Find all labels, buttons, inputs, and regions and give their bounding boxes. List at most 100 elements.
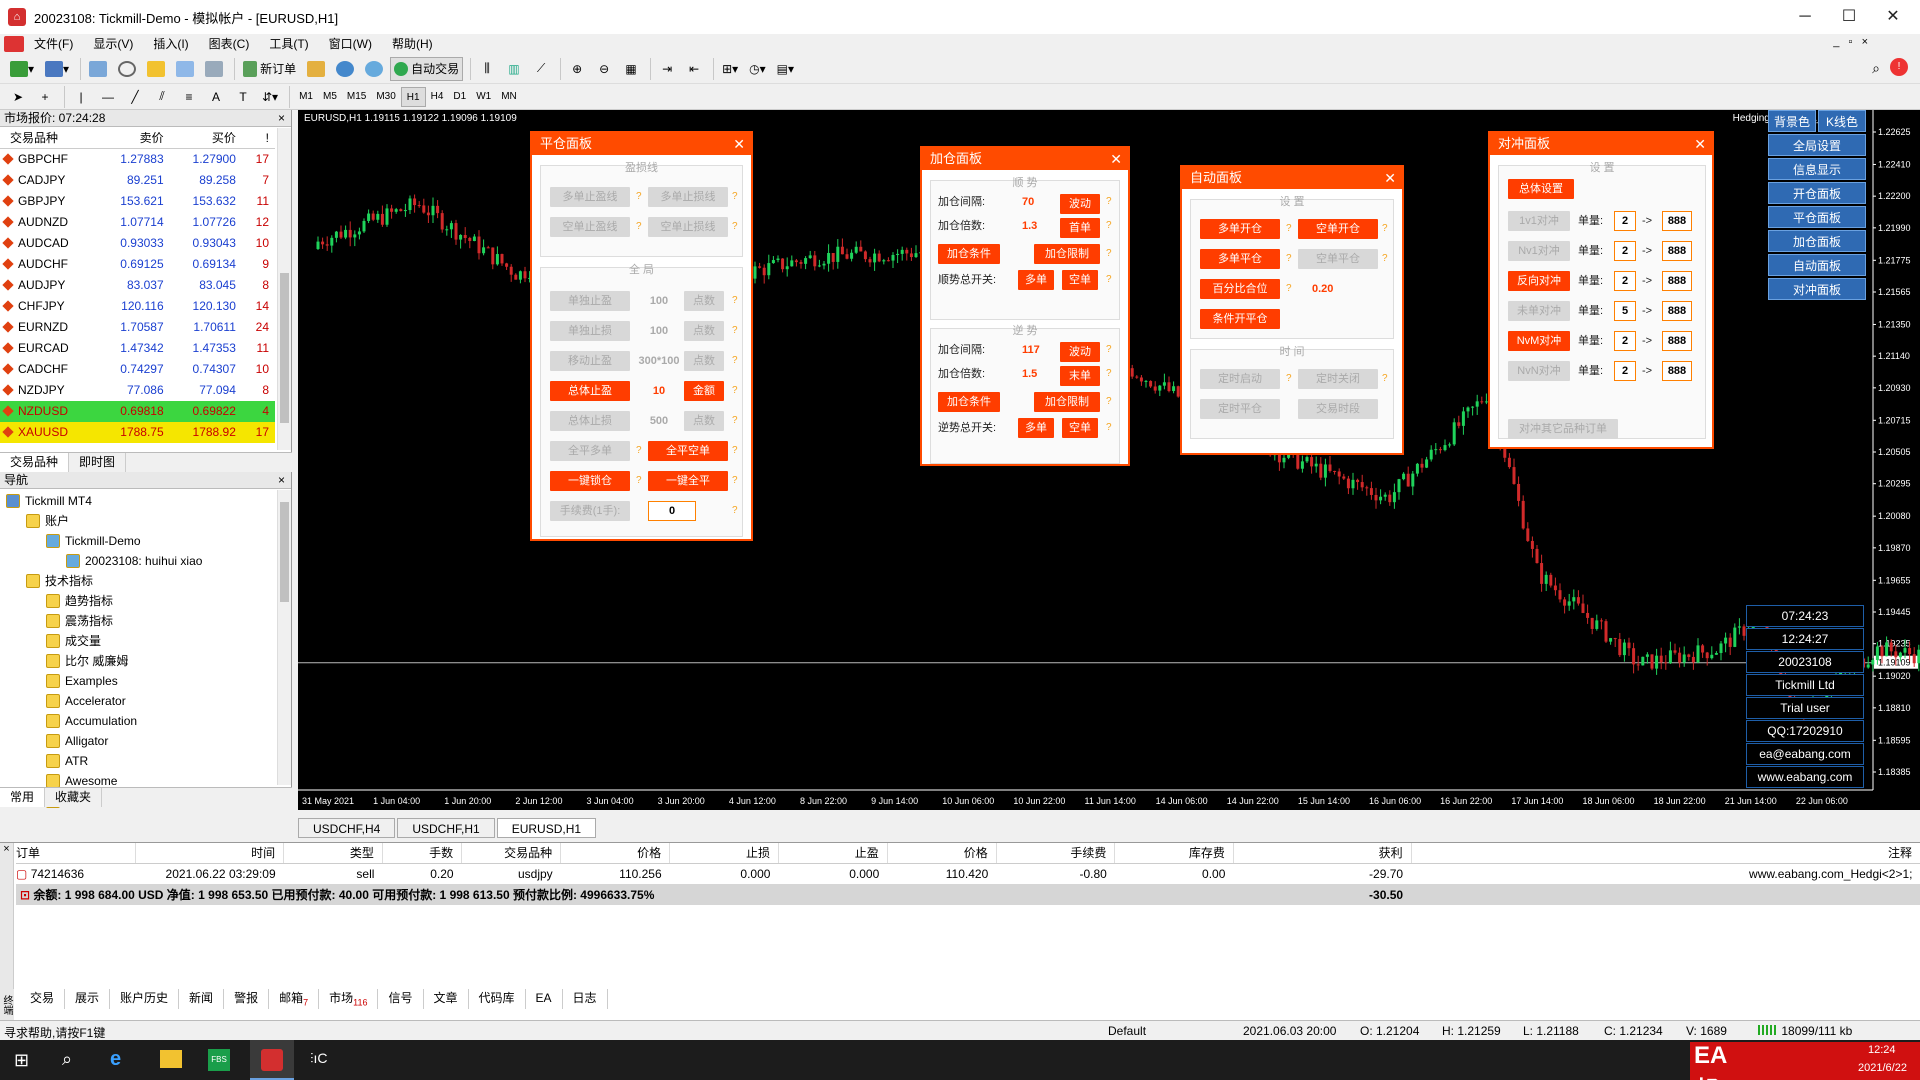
periods-icon[interactable]: ◷▾ <box>745 57 770 81</box>
metaeditor-icon[interactable] <box>303 57 329 81</box>
add-panel-header[interactable]: 加仓面板 ✕ <box>922 148 1128 170</box>
nav-item[interactable]: Tickmill MT4 <box>0 491 291 511</box>
trailing-tp-value[interactable]: 300*100 <box>634 351 684 371</box>
auto-close-long-button[interactable]: 多单平仓 <box>1200 249 1280 269</box>
close-icon[interactable]: ✕ <box>1384 167 1396 189</box>
conditional-open-close-button[interactable]: 条件开平仓 <box>1200 309 1280 329</box>
lot-input[interactable]: 2 <box>1614 271 1636 291</box>
total-sl-unit[interactable]: 点数 <box>684 411 724 431</box>
nav-item[interactable]: 趋势指标 <box>0 591 291 611</box>
tab-favorites[interactable]: 收藏夹 <box>45 788 103 807</box>
counter-condition-button[interactable]: 加仓条件 <box>938 392 1000 412</box>
market-row[interactable]: GBPJPY 153.621 153.632 11 <box>0 191 275 212</box>
auto-panel-header[interactable]: 自动面板 ✕ <box>1182 167 1402 189</box>
fbs-icon[interactable]: FBS <box>208 1049 230 1071</box>
experts-icon[interactable] <box>332 57 358 81</box>
tf-m1[interactable]: M1 <box>294 87 318 107</box>
timed-close-button[interactable]: 定时平仓 <box>1200 399 1280 419</box>
target-input[interactable]: 888 <box>1662 331 1692 351</box>
hedge-mode-button[interactable]: Nv1对冲 <box>1508 241 1570 261</box>
lot-input[interactable]: 2 <box>1614 241 1636 261</box>
hedge-mode-button[interactable]: NvN对冲 <box>1508 361 1570 381</box>
nav-item[interactable]: ATR <box>0 751 291 771</box>
close-all-button[interactable]: 一键全平 <box>648 471 728 491</box>
new-chart-icon[interactable]: ▾ <box>6 57 38 81</box>
total-sl-button[interactable]: 总体止损 <box>550 411 630 431</box>
tab-articles[interactable]: 文章 <box>424 989 469 1009</box>
col-bid[interactable]: 卖价 <box>97 127 170 149</box>
single-tp-value[interactable]: 100 <box>644 291 674 311</box>
label-icon[interactable]: T <box>231 85 255 109</box>
info-display-button[interactable]: 信息显示 <box>1768 158 1866 180</box>
mt4-taskbar-button[interactable] <box>250 1040 294 1080</box>
market-row[interactable]: NZDUSD 0.69818 0.69822 4 <box>0 400 275 422</box>
trading-session-button[interactable]: 交易时段 <box>1298 399 1378 419</box>
nav-item[interactable]: 成交量 <box>0 631 291 651</box>
lot-input[interactable]: 2 <box>1614 211 1636 231</box>
tab-common[interactable]: 常用 <box>0 788 46 807</box>
connection-status[interactable]: 18099/111 kb <box>1758 1024 1852 1038</box>
menu-file[interactable]: 文件(F) <box>24 34 83 54</box>
hedge-mode-button[interactable]: 反向对冲 <box>1508 271 1570 291</box>
tab-symbols[interactable]: 交易品种 <box>0 453 70 472</box>
bar-chart-icon[interactable]: ⫼ <box>475 57 499 81</box>
mt4-alt-icon[interactable]: ⫶ıC <box>310 1050 328 1067</box>
close-icon[interactable]: ✕ <box>1110 148 1122 170</box>
lock-all-button[interactable]: 一键锁仓 <box>550 471 630 491</box>
bg-color-button[interactable]: 背景色 <box>1768 110 1816 132</box>
navigator-icon[interactable] <box>143 57 169 81</box>
trend-interval-value[interactable]: 70 <box>1022 192 1034 212</box>
auto-close-short-button[interactable]: 空单平仓 <box>1298 249 1378 269</box>
horizontal-line-icon[interactable]: — <box>96 85 120 109</box>
percent-position-button[interactable]: 百分比合位 <box>1200 279 1280 299</box>
menu-window[interactable]: 窗口(W) <box>319 34 382 54</box>
hedge-mode-button[interactable]: NvM对冲 <box>1508 331 1570 351</box>
menu-chart[interactable]: 图表(C) <box>199 34 260 54</box>
target-input[interactable]: 888 <box>1662 211 1692 231</box>
short-sl-line-button[interactable]: 空单止损线 <box>648 217 728 237</box>
nav-item[interactable]: 20023108: huihui xiao <box>0 551 291 571</box>
total-tp-value[interactable]: 10 <box>644 381 674 401</box>
col-ask[interactable]: 买价 <box>169 127 242 149</box>
vertical-line-icon[interactable]: | <box>69 85 93 109</box>
tf-w1[interactable]: W1 <box>471 87 496 107</box>
tab-usdchf-h4[interactable]: USDCHF,H4 <box>298 818 396 838</box>
tf-d1[interactable]: D1 <box>448 87 471 107</box>
long-sl-line-button[interactable]: 多单止损线 <box>648 187 728 207</box>
market-row[interactable]: AUDCHF 0.69125 0.69134 9 <box>0 254 275 275</box>
menu-help[interactable]: 帮助(H) <box>382 34 443 54</box>
col-header[interactable]: 价格 <box>887 843 997 864</box>
close-icon[interactable]: × <box>0 843 13 855</box>
cursor-icon[interactable]: ➤ <box>6 85 30 109</box>
timed-start-button[interactable]: 定时启动 <box>1200 369 1280 389</box>
total-tp-button[interactable]: 总体止盈 <box>550 381 630 401</box>
close-all-long-button[interactable]: 全平多单 <box>550 441 630 461</box>
open-panel-button[interactable]: 开仓面板 <box>1768 182 1866 204</box>
hedge-mode-button[interactable]: 未单对冲 <box>1508 301 1570 321</box>
autotrade-button[interactable]: 自动交易 <box>390 56 464 81</box>
tab-codebase[interactable]: 代码库 <box>469 989 526 1009</box>
hedge-mode-button[interactable]: 1v1对冲 <box>1508 211 1570 231</box>
market-row[interactable]: CADCHF 0.74297 0.74307 10 <box>0 359 275 380</box>
target-input[interactable]: 888 <box>1662 361 1692 381</box>
market-row[interactable]: EURNZD 1.70587 1.70611 24 <box>0 317 275 338</box>
lot-input[interactable]: 2 <box>1614 331 1636 351</box>
navigator-scrollbar[interactable] <box>277 490 291 785</box>
col-symbol[interactable]: 交易品种 <box>0 127 98 149</box>
trend-condition-button[interactable]: 加仓条件 <box>938 244 1000 264</box>
market-row[interactable]: CHFJPY 120.116 120.130 14 <box>0 296 275 317</box>
terminal-icon[interactable] <box>172 57 198 81</box>
market-row[interactable]: GBPCHF 1.27883 1.27900 17 <box>0 149 275 170</box>
status-profile[interactable]: Default <box>1108 1024 1146 1038</box>
maximize-button[interactable]: ☐ <box>1826 0 1872 34</box>
autoscroll-icon[interactable]: ⇥ <box>655 57 679 81</box>
tester-icon[interactable] <box>201 57 227 81</box>
tab-experts[interactable]: EA <box>526 989 563 1009</box>
notification-icon[interactable]: ! <box>1890 58 1908 76</box>
ie-icon[interactable]: e <box>110 1048 121 1071</box>
channel-icon[interactable]: ⫽ <box>150 85 174 109</box>
tf-h1[interactable]: H1 <box>400 86 426 107</box>
market-watch-scrollbar[interactable] <box>277 128 291 450</box>
counter-limit-button[interactable]: 加仓限制 <box>1034 392 1100 412</box>
tab-tick-chart[interactable]: 即时图 <box>69 453 127 472</box>
